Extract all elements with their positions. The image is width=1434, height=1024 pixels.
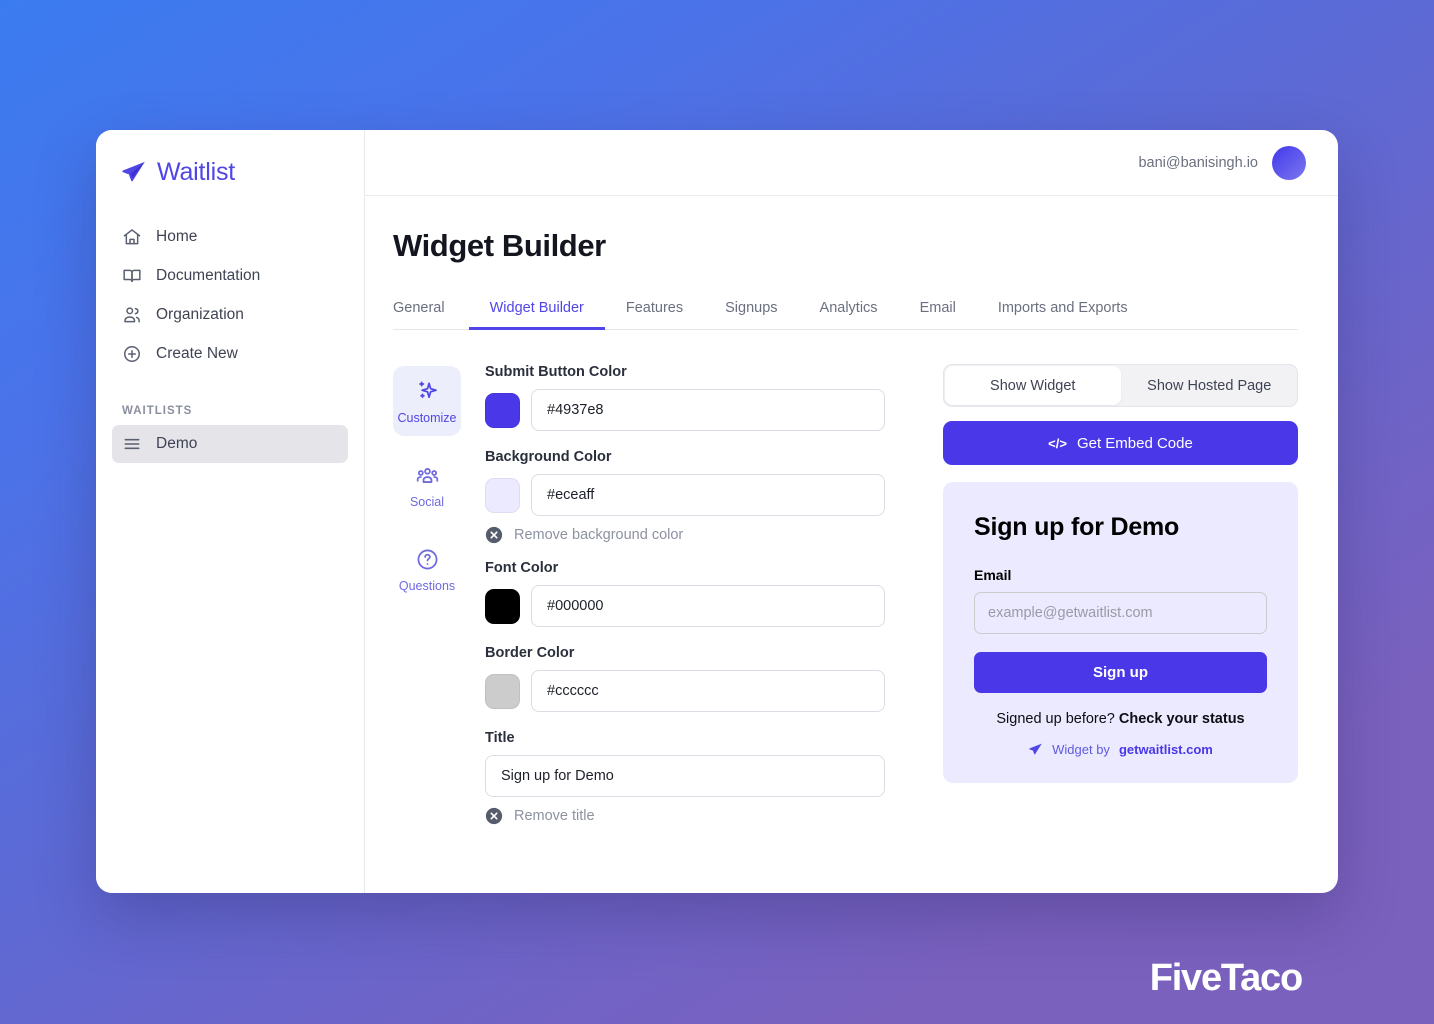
customize-form: Submit Button Color Background Color — [485, 360, 885, 841]
font-color-input[interactable] — [531, 585, 885, 627]
color-row — [485, 585, 885, 627]
field-label: Font Color — [485, 560, 559, 576]
remove-title-button[interactable]: Remove title — [485, 807, 885, 825]
app-window: Waitlist Home Documentation Organization… — [96, 130, 1338, 893]
topbar: bani@banisingh.io — [365, 130, 1338, 196]
main-area: bani@banisingh.io Widget Builder General… — [365, 130, 1338, 893]
sidebar-item-documentation[interactable]: Documentation — [112, 256, 348, 295]
tab-widget-builder[interactable]: Widget Builder — [468, 300, 605, 330]
check-your-status-link[interactable]: Check your status — [1119, 711, 1245, 727]
sidebar-item-label: Create New — [156, 344, 238, 362]
font-color-swatch[interactable] — [485, 588, 520, 624]
brand-name: Waitlist — [157, 158, 236, 186]
field-label: Title — [485, 730, 515, 746]
plus-circle-icon — [124, 345, 140, 362]
sidebar-item-label: Organization — [156, 305, 244, 323]
sidebar-item-label: Documentation — [156, 266, 261, 284]
field-border-color: Border Color — [485, 645, 885, 712]
sidebar-section-label: WAITLISTS — [122, 405, 193, 417]
field-label: Background Color — [485, 449, 612, 465]
sidebar-item-create-new[interactable]: Create New — [112, 334, 348, 373]
widget-email-input[interactable] — [974, 592, 1267, 634]
x-circle-icon — [485, 807, 503, 825]
border-color-swatch[interactable] — [485, 673, 520, 709]
list-icon — [124, 438, 140, 450]
home-icon — [123, 228, 141, 244]
field-font-color: Font Color — [485, 560, 885, 627]
field-label: Border Color — [485, 645, 575, 661]
tab-general[interactable]: General — [393, 300, 469, 330]
tab-bar: General Widget Builder Features Signups … — [393, 300, 1298, 330]
rail-item-social[interactable]: Social — [393, 450, 461, 520]
sidebar-item-label: Demo — [156, 435, 198, 452]
sidebar-item-label: Home — [156, 227, 198, 245]
sidebar: Waitlist Home Documentation Organization… — [96, 130, 365, 893]
field-title: Title Remove title — [485, 730, 885, 825]
rail-item-label: Questions — [398, 579, 456, 593]
color-row — [485, 474, 885, 516]
title-input[interactable] — [485, 755, 885, 797]
remove-background-color-label: Remove background color — [514, 527, 684, 543]
avatar[interactable] — [1272, 145, 1306, 180]
rail-item-label: Social — [409, 495, 445, 509]
preview-mode-toggle: Show Widget Show Hosted Page — [943, 364, 1298, 407]
brand-logo[interactable]: Waitlist — [96, 152, 364, 187]
border-color-input[interactable] — [531, 670, 885, 712]
people-icon — [416, 468, 438, 483]
tab-email[interactable]: Email — [899, 300, 977, 330]
show-widget-button[interactable]: Show Widget — [945, 366, 1121, 405]
paper-plane-icon — [122, 161, 145, 182]
widget-email-label: Email — [974, 567, 1012, 583]
submit-button-color-swatch[interactable] — [485, 392, 520, 428]
rail-item-questions[interactable]: Questions — [393, 534, 461, 604]
widget-signup-button[interactable]: Sign up — [974, 652, 1267, 693]
tab-imports-and-exports[interactable]: Imports and Exports — [977, 300, 1149, 330]
remove-background-color-button[interactable]: Remove background color — [485, 526, 885, 544]
color-row — [485, 670, 885, 712]
preview-panel: Show Widget Show Hosted Page </> Get Emb… — [885, 360, 1298, 841]
widget-credit: Widget by getwaitlist.com — [974, 742, 1267, 757]
rail-item-customize[interactable]: Customize — [393, 366, 461, 436]
background-color-input[interactable] — [531, 474, 885, 516]
field-label: Submit Button Color — [485, 364, 627, 380]
users-icon — [124, 306, 140, 322]
sidebar-item-home[interactable]: Home — [112, 217, 348, 256]
widget-preview-card: Sign up for Demo Email Sign up Signed up… — [943, 482, 1298, 783]
sidebar-nav: Home Documentation Organization Create N… — [96, 217, 364, 373]
sidebar-item-demo[interactable]: Demo — [112, 425, 348, 463]
getwaitlist-link[interactable]: getwaitlist.com — [1119, 742, 1213, 757]
x-circle-icon — [485, 526, 503, 544]
page-content: Widget Builder General Widget Builder Fe… — [365, 196, 1338, 841]
show-hosted-page-button[interactable]: Show Hosted Page — [1122, 365, 1298, 406]
widget-title: Sign up for Demo — [974, 513, 1180, 541]
widget-credit-prefix: Widget by — [1052, 742, 1110, 757]
background-color-swatch[interactable] — [485, 477, 520, 513]
color-row — [485, 389, 885, 431]
question-circle-icon — [417, 549, 437, 570]
widget-status-text: Signed up before? Check your status — [974, 711, 1267, 727]
widget-status-prefix: Signed up before? — [996, 711, 1115, 727]
field-background-color: Background Color Remove background color — [485, 449, 885, 544]
field-submit-button-color: Submit Button Color — [485, 364, 885, 431]
get-embed-code-label: Get Embed Code — [1076, 434, 1193, 452]
sidebar-item-organization[interactable]: Organization — [112, 295, 348, 334]
title-row — [485, 755, 885, 797]
user-email: bani@banisingh.io — [1138, 154, 1258, 171]
page-title: Widget Builder — [393, 228, 606, 263]
submit-button-color-input[interactable] — [531, 389, 885, 431]
fivetaco-watermark: FiveTaco — [1149, 957, 1304, 999]
rail-item-label: Customize — [397, 411, 457, 425]
sparkles-icon — [418, 381, 437, 399]
tab-analytics[interactable]: Analytics — [799, 300, 899, 330]
remove-title-label: Remove title — [514, 808, 595, 824]
paper-plane-icon — [1029, 743, 1042, 755]
tab-signups[interactable]: Signups — [704, 300, 798, 330]
tab-features[interactable]: Features — [605, 300, 704, 330]
book-icon — [123, 269, 141, 282]
builder-icon-rail: Customize Social Questions — [393, 360, 485, 841]
code-icon: </> — [1048, 435, 1067, 451]
get-embed-code-button[interactable]: </> Get Embed Code — [943, 421, 1298, 465]
builder-layout: Customize Social Questions Submit Button… — [393, 360, 1298, 841]
